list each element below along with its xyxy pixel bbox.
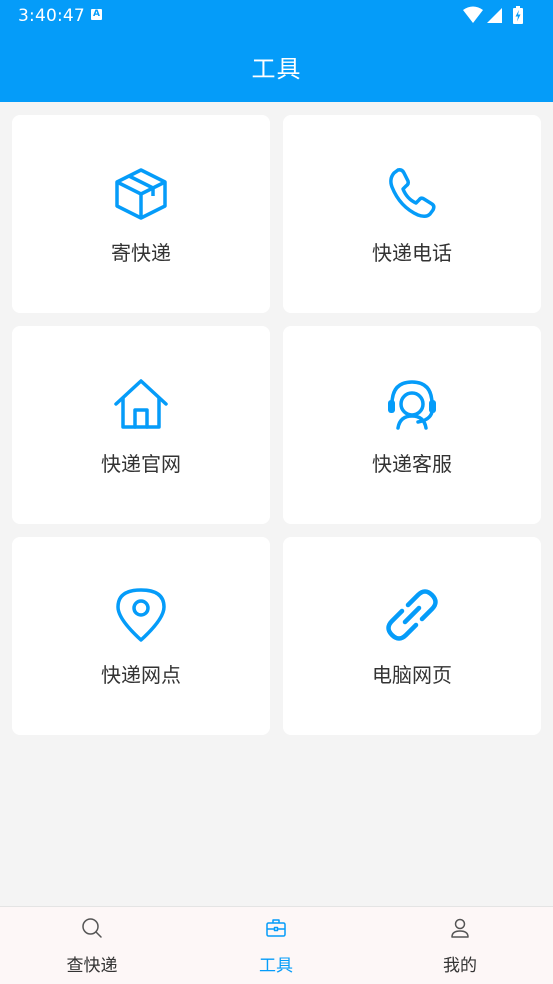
tool-label: 快递电话 bbox=[372, 241, 452, 265]
notification-badge: A bbox=[91, 9, 102, 20]
search-icon bbox=[82, 918, 102, 938]
bottom-tab-bar: 查快递 工具 我的 bbox=[0, 906, 553, 984]
tab-track-package[interactable]: 查快递 bbox=[0, 907, 184, 984]
package-box-icon bbox=[115, 168, 167, 220]
cell-signal-icon bbox=[487, 8, 502, 23]
tool-card-service-points[interactable]: 快递网点 bbox=[12, 537, 270, 735]
tab-profile[interactable]: 我的 bbox=[368, 907, 552, 984]
user-icon bbox=[451, 918, 469, 938]
page-title: 工具 bbox=[251, 55, 302, 83]
wifi-icon bbox=[463, 6, 483, 23]
tool-label: 寄快递 bbox=[111, 241, 171, 265]
tool-label: 快递网点 bbox=[101, 663, 181, 687]
toolbox-icon bbox=[266, 919, 286, 937]
battery-icon bbox=[513, 6, 523, 24]
tab-label: 工具 bbox=[259, 956, 293, 976]
tool-card-desktop-web[interactable]: 电脑网页 bbox=[283, 537, 541, 735]
tool-card-courier-phone[interactable]: 快递电话 bbox=[283, 115, 541, 313]
app-header: 3:40:47 A 工具 bbox=[0, 0, 553, 102]
status-bar: 3:40:47 A bbox=[0, 0, 553, 32]
tab-tools[interactable]: 工具 bbox=[184, 907, 368, 984]
link-icon bbox=[386, 589, 438, 641]
customer-service-headset-icon bbox=[388, 380, 436, 430]
tool-card-official-site[interactable]: 快递官网 bbox=[12, 326, 270, 524]
tool-label: 电脑网页 bbox=[372, 663, 452, 687]
tab-label: 我的 bbox=[443, 956, 477, 976]
tool-label: 快递客服 bbox=[372, 452, 452, 476]
phone-icon bbox=[389, 168, 436, 219]
tool-card-customer-service[interactable]: 快递客服 bbox=[283, 326, 541, 524]
home-icon bbox=[114, 379, 168, 429]
tool-label: 快递官网 bbox=[101, 452, 181, 476]
location-pin-icon bbox=[116, 588, 166, 642]
tab-label: 查快递 bbox=[66, 956, 118, 976]
tool-card-send-package[interactable]: 寄快递 bbox=[12, 115, 270, 313]
status-time: 3:40:47 bbox=[18, 6, 85, 26]
